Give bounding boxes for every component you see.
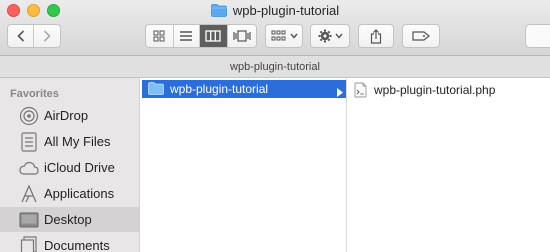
sidebar-item-documents[interactable]: Documents bbox=[0, 233, 139, 252]
sidebar-item-label: All My Files bbox=[44, 134, 111, 149]
documents-icon bbox=[19, 235, 39, 252]
folder-icon bbox=[148, 82, 164, 100]
php-file-icon bbox=[354, 82, 367, 103]
cover-flow-view-button[interactable] bbox=[228, 25, 256, 47]
list-icon bbox=[180, 31, 193, 41]
file-row[interactable]: wpb-plugin-tutorial.php bbox=[354, 81, 544, 99]
arrange-grid-icon bbox=[271, 30, 285, 41]
forward-button[interactable] bbox=[34, 25, 60, 47]
columns-icon bbox=[205, 30, 221, 42]
sidebar-item-airdrop[interactable]: AirDrop bbox=[0, 103, 139, 128]
arrange-button[interactable] bbox=[265, 24, 303, 48]
applications-icon bbox=[19, 183, 39, 204]
cover-flow-icon bbox=[233, 30, 251, 42]
file-name: wpb-plugin-tutorial.php bbox=[374, 83, 496, 97]
column-view-button[interactable] bbox=[200, 25, 228, 47]
sidebar-item-label: Applications bbox=[44, 186, 115, 201]
back-button[interactable] bbox=[8, 25, 35, 47]
chevron-right-icon bbox=[43, 30, 51, 42]
search-field[interactable] bbox=[525, 24, 550, 48]
sidebar-item-all-my-files[interactable]: All My Files bbox=[0, 129, 139, 154]
window-title-text: wpb-plugin-tutorial bbox=[232, 3, 340, 18]
sidebar-item-label: iCloud Drive bbox=[44, 160, 115, 175]
share-button[interactable] bbox=[358, 24, 394, 48]
sidebar-item-applications[interactable]: Applications bbox=[0, 181, 139, 206]
all-files-icon bbox=[19, 131, 39, 152]
cloud-icon bbox=[19, 158, 39, 178]
share-icon bbox=[370, 28, 382, 44]
chevron-left-icon bbox=[16, 30, 24, 42]
back-forward-control bbox=[7, 24, 61, 48]
folder-icon bbox=[210, 4, 227, 22]
column-2: wpb-plugin-tutorial.php bbox=[348, 78, 550, 252]
chevron-down-icon bbox=[334, 33, 343, 39]
grid-icon bbox=[153, 30, 165, 42]
window-title: wpb-plugin-tutorial bbox=[0, 2, 550, 20]
sidebar-item-label: Desktop bbox=[44, 212, 92, 227]
path-bar: wpb-plugin-tutorial bbox=[0, 56, 550, 78]
tag-icon bbox=[412, 31, 430, 41]
edit-tags-button[interactable] bbox=[402, 24, 440, 48]
action-button[interactable] bbox=[310, 24, 350, 48]
title-bar: wpb-plugin-tutorial bbox=[0, 0, 550, 56]
view-mode-control bbox=[145, 24, 257, 48]
list-view-button[interactable] bbox=[174, 25, 201, 47]
folder-row-selected[interactable]: wpb-plugin-tutorial bbox=[142, 80, 346, 98]
disclosure-arrow-icon bbox=[337, 84, 343, 102]
sidebar-item-label: Documents bbox=[44, 238, 110, 252]
sidebar-item-desktop[interactable]: Desktop bbox=[0, 207, 139, 232]
sidebar-heading: Favorites bbox=[10, 88, 59, 100]
chevron-down-icon bbox=[289, 33, 298, 39]
sidebar: Favorites AirDrop All My Files iCloud Dr… bbox=[0, 78, 140, 252]
desktop-icon bbox=[19, 210, 39, 230]
folder-name: wpb-plugin-tutorial bbox=[170, 82, 269, 96]
icon-view-button[interactable] bbox=[146, 25, 174, 47]
sidebar-item-icloud-drive[interactable]: iCloud Drive bbox=[0, 155, 139, 180]
column-1: wpb-plugin-tutorial bbox=[140, 78, 347, 252]
airdrop-icon bbox=[19, 106, 39, 126]
gear-icon bbox=[318, 29, 331, 43]
sidebar-item-label: AirDrop bbox=[44, 108, 89, 123]
